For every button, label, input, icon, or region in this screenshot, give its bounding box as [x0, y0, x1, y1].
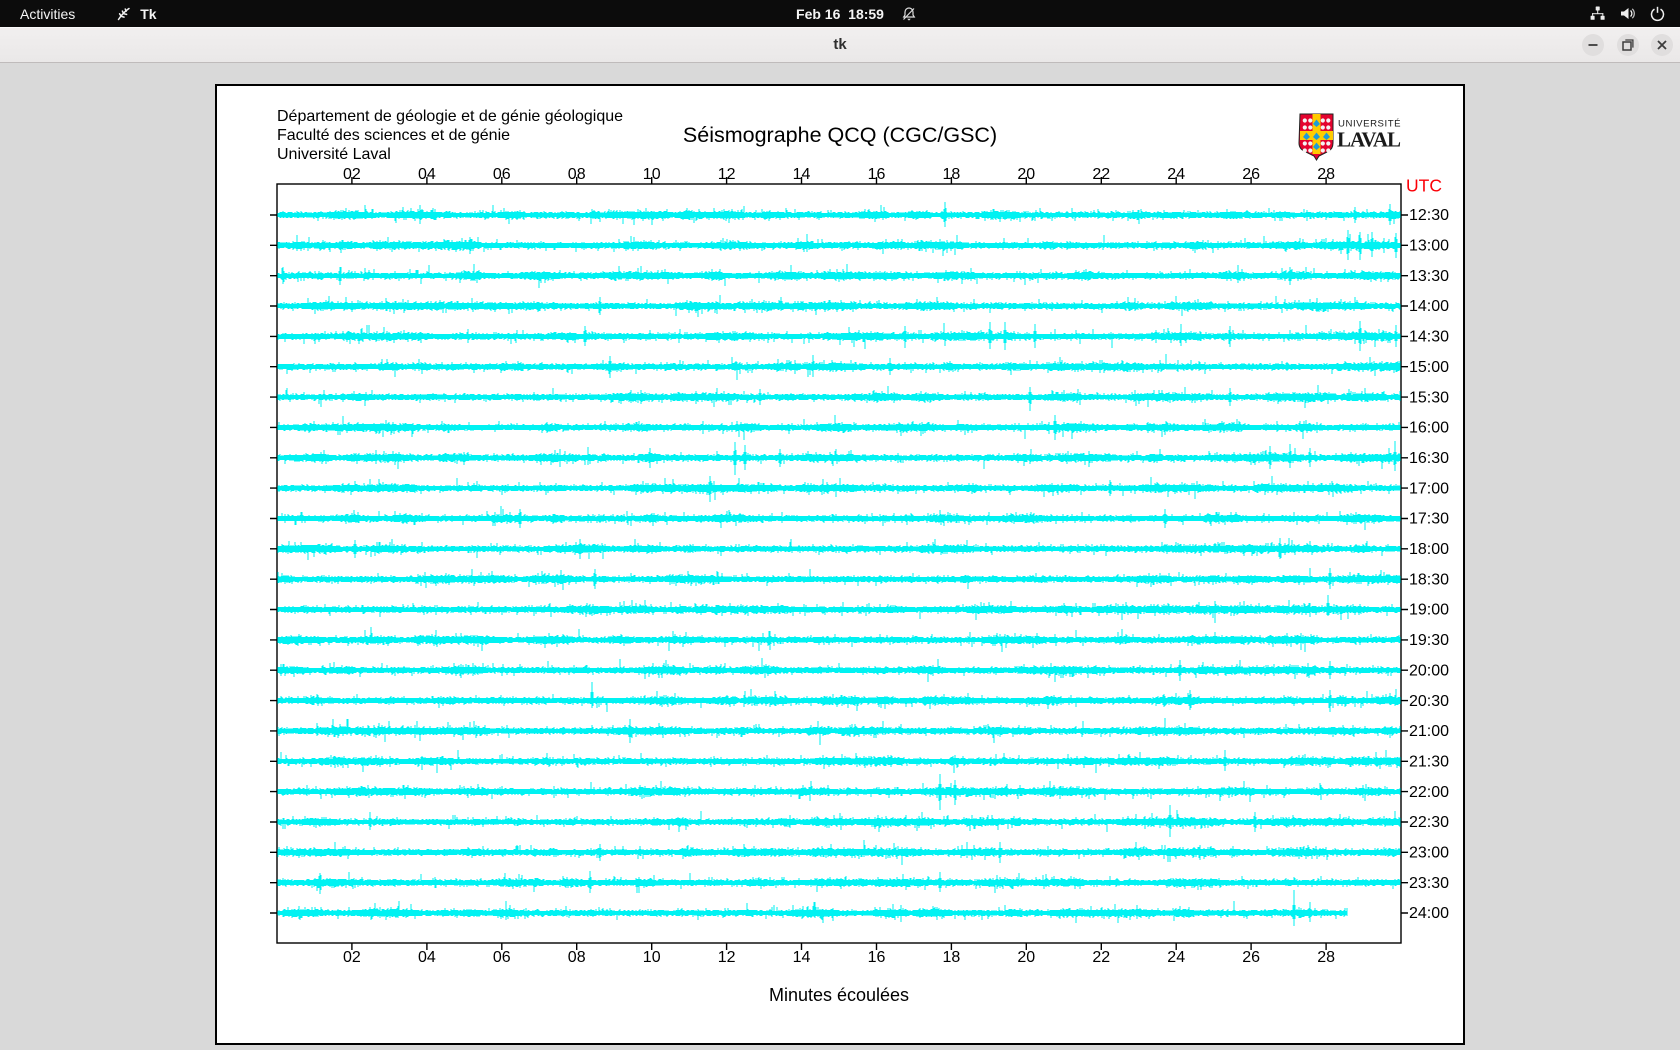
svg-text:22: 22: [1092, 949, 1110, 966]
svg-text:02: 02: [343, 949, 361, 966]
svg-text:LAVAL: LAVAL: [1337, 128, 1401, 152]
svg-text:21:00: 21:00: [1409, 723, 1449, 740]
svg-text:15:00: 15:00: [1409, 359, 1449, 376]
svg-text:24: 24: [1167, 166, 1185, 183]
svg-text:21:30: 21:30: [1409, 754, 1449, 771]
svg-text:20: 20: [1017, 166, 1035, 183]
svg-text:15:30: 15:30: [1409, 389, 1449, 406]
svg-text:14:30: 14:30: [1409, 329, 1449, 346]
svg-text:13:30: 13:30: [1409, 268, 1449, 285]
svg-text:17:30: 17:30: [1409, 511, 1449, 528]
svg-text:16: 16: [868, 949, 886, 966]
svg-text:20: 20: [1017, 949, 1035, 966]
svg-text:24:00: 24:00: [1409, 905, 1449, 922]
svg-text:16:30: 16:30: [1409, 450, 1449, 467]
svg-text:06: 06: [493, 949, 511, 966]
svg-text:17:00: 17:00: [1409, 480, 1449, 497]
svg-text:20:30: 20:30: [1409, 693, 1449, 710]
svg-text:28: 28: [1317, 166, 1335, 183]
svg-text:Minutes écoulées: Minutes écoulées: [769, 985, 909, 1005]
svg-text:14: 14: [793, 949, 811, 966]
svg-text:22:30: 22:30: [1409, 814, 1449, 831]
svg-text:26: 26: [1242, 166, 1260, 183]
svg-text:06: 06: [493, 166, 511, 183]
svg-text:26: 26: [1242, 949, 1260, 966]
svg-text:04: 04: [418, 166, 436, 183]
svg-text:28: 28: [1317, 949, 1335, 966]
svg-text:23:00: 23:00: [1409, 845, 1449, 862]
svg-text:20:00: 20:00: [1409, 662, 1449, 679]
svg-text:24: 24: [1167, 949, 1185, 966]
svg-text:18: 18: [943, 166, 961, 183]
svg-text:18:00: 18:00: [1409, 541, 1449, 558]
svg-text:18:30: 18:30: [1409, 571, 1449, 588]
svg-text:18: 18: [943, 949, 961, 966]
svg-text:Université Laval: Université Laval: [277, 146, 391, 163]
svg-text:Département de géologie et de: Département de géologie et de génie géol…: [277, 108, 623, 125]
svg-text:14: 14: [793, 166, 811, 183]
svg-text:04: 04: [418, 949, 436, 966]
svg-text:19:00: 19:00: [1409, 602, 1449, 619]
svg-text:Séismographe QCQ (CGC/GSC): Séismographe QCQ (CGC/GSC): [683, 123, 997, 147]
svg-text:12: 12: [718, 949, 736, 966]
svg-text:22:00: 22:00: [1409, 784, 1449, 801]
svg-text:08: 08: [568, 166, 586, 183]
svg-text:08: 08: [568, 949, 586, 966]
svg-text:02: 02: [343, 166, 361, 183]
svg-text:13:00: 13:00: [1409, 238, 1449, 255]
svg-text:10: 10: [643, 949, 661, 966]
svg-text:UTC: UTC: [1406, 176, 1442, 196]
svg-text:14:00: 14:00: [1409, 298, 1449, 315]
svg-text:19:30: 19:30: [1409, 632, 1449, 649]
svg-text:12:30: 12:30: [1409, 207, 1449, 224]
svg-text:16:00: 16:00: [1409, 420, 1449, 437]
svg-text:16: 16: [868, 166, 886, 183]
svg-text:12: 12: [718, 166, 736, 183]
svg-text:10: 10: [643, 166, 661, 183]
svg-text:23:30: 23:30: [1409, 875, 1449, 892]
svg-text:22: 22: [1092, 166, 1110, 183]
svg-text:Faculté des sciences et de gén: Faculté des sciences et de génie: [277, 127, 510, 144]
